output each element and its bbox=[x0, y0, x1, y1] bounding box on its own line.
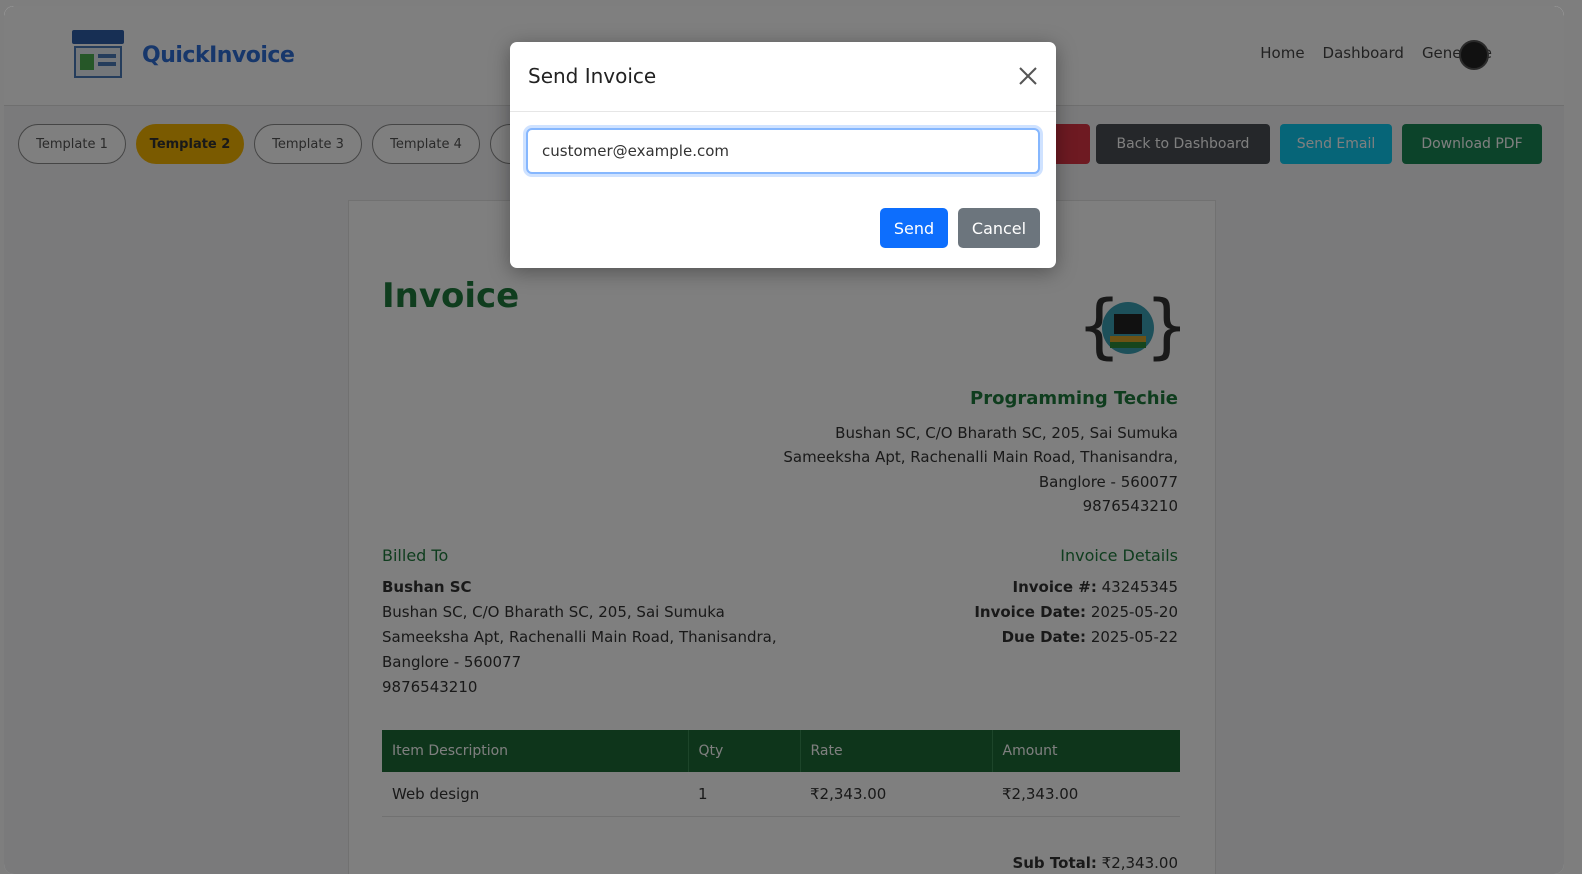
cancel-button[interactable]: Cancel bbox=[958, 208, 1040, 248]
send-invoice-modal: Send Invoice Send Cancel bbox=[510, 42, 1056, 268]
modal-title: Send Invoice bbox=[528, 64, 657, 88]
app-window: QuickInvoice Home Dashboard Generate Tem… bbox=[4, 6, 1564, 874]
modal-header: Send Invoice bbox=[510, 42, 1056, 112]
email-input[interactable] bbox=[526, 128, 1040, 174]
close-icon[interactable] bbox=[1014, 62, 1042, 90]
send-button[interactable]: Send bbox=[880, 208, 948, 248]
